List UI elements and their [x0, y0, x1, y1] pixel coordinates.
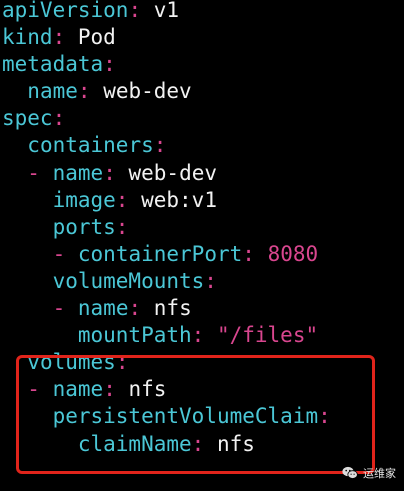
yaml-colon: : [204, 268, 217, 293]
yaml-key: image [52, 187, 116, 212]
yaml-key: ports [52, 214, 116, 239]
list-dash: - [27, 160, 40, 185]
code-line: volumeMounts: [2, 268, 331, 295]
code-editor: apiVersion: v1 kind: Pod metadata: name: w… [0, 0, 404, 491]
watermark-text: 运维家 [363, 467, 396, 480]
yaml-colon: : [77, 79, 91, 104]
yaml-colon: : [128, 296, 142, 321]
code-line: kind: Pod [2, 24, 331, 51]
list-dash: - [52, 241, 66, 266]
yaml-colon: : [103, 52, 116, 77]
yaml-key: containers [27, 133, 154, 158]
code-line: containers: [2, 132, 331, 159]
yaml-colon: : [191, 323, 205, 348]
list-dash: - [52, 296, 66, 321]
yaml-key: name [27, 79, 78, 104]
yaml-value: "/files" [216, 323, 319, 348]
yaml-value: web-dev [103, 79, 192, 104]
code-line: apiVersion: v1 [2, 0, 331, 24]
yaml-key: apiVersion [2, 0, 129, 22]
code-line: spec: [2, 105, 331, 132]
yaml-key: name [52, 160, 104, 185]
yaml-key: spec [2, 106, 53, 131]
code-line: - name: nfs [2, 295, 331, 322]
watermark: 运维家 [342, 465, 396, 481]
yaml-colon: : [115, 214, 129, 239]
yaml-key: containerPort [77, 241, 243, 266]
code-line: image: web:v1 [2, 187, 331, 214]
yaml-colon: : [128, 0, 142, 22]
yaml-value: Pod [77, 25, 116, 50]
yaml-value: 8080 [267, 241, 319, 266]
code-line: name: web-dev [2, 78, 331, 105]
yaml-key: mountPath [77, 323, 192, 348]
code-line: - name: web-dev [2, 160, 331, 187]
yaml-colon: : [242, 241, 255, 266]
yaml-colon: : [103, 160, 116, 185]
code-line: metadata: [2, 51, 331, 78]
yaml-key: name [77, 296, 129, 321]
volumes-highlight-box [16, 355, 375, 474]
wechat-icon [342, 466, 358, 479]
yaml-key: volumeMounts [52, 268, 205, 293]
code-line: - containerPort: 8080 [2, 241, 331, 268]
code-line: ports: [2, 214, 331, 241]
yaml-key: metadata [2, 52, 104, 77]
code-line: mountPath: "/files" [2, 322, 331, 349]
yaml-colon: : [115, 187, 129, 212]
yaml-colon: : [153, 133, 167, 158]
yaml-value: web-dev [128, 160, 218, 185]
yaml-value: web:v1 [141, 187, 217, 212]
yaml-value: v1 [153, 0, 180, 22]
yaml-value: nfs [153, 296, 192, 321]
yaml-colon: : [52, 25, 66, 50]
yaml-colon: : [52, 106, 66, 131]
yaml-key: kind [2, 25, 53, 50]
